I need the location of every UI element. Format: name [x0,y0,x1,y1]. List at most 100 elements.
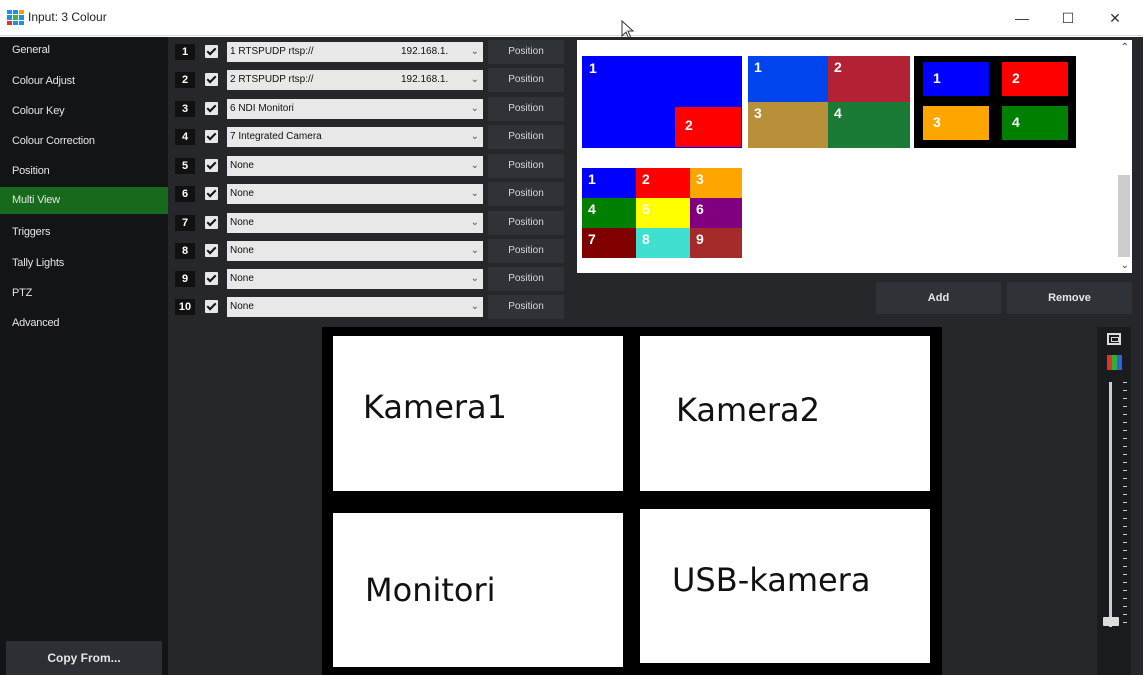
row-number: 2 [175,72,195,88]
input-select[interactable]: None ⌄ [227,241,483,261]
row-enable-checkbox[interactable] [205,45,218,58]
layout-cell: 9 [690,228,742,258]
position-button[interactable]: Position [488,40,564,64]
position-button[interactable]: Position [488,267,564,291]
input-select[interactable]: None ⌄ [227,297,483,317]
close-button[interactable]: ✕ [1095,6,1135,30]
row-enable-checkbox[interactable] [205,102,218,115]
layout-option-quad[interactable]: 1 2 3 4 [748,56,910,148]
layout-cell: 5 [636,198,690,228]
chevron-down-icon: ⌄ [470,217,479,228]
sidebar-item-colour-correction[interactable]: Colour Correction [0,128,168,155]
title-bar: Input: 3 Colour — ☐ ✕ [0,0,1143,40]
input-row: 2 2 RTSPUDP rtsp:// 192.168.1. ⌄ Position [175,68,567,92]
preview-cell: Kamera2 [640,336,930,491]
position-button[interactable]: Position [488,97,564,121]
input-select-value: 1 RTSPUDP rtsp:// [230,46,314,57]
row-number: 7 [175,215,195,231]
row-enable-checkbox[interactable] [205,272,218,285]
add-button[interactable]: Add [876,282,1001,314]
zoom-slider-track[interactable] [1109,382,1112,627]
maximize-button[interactable]: ☐ [1048,6,1088,30]
chevron-down-icon: ⌄ [470,160,479,171]
position-button[interactable]: Position [488,154,564,178]
sidebar-item-general[interactable]: General [0,37,168,64]
input-select[interactable]: None ⌄ [227,156,483,176]
fit-frame-icon[interactable] [1107,333,1121,345]
input-row: 1 1 RTSPUDP rtsp:// 192.168.1. ⌄ Position [175,40,567,64]
row-enable-checkbox[interactable] [205,130,218,143]
sidebar-item-triggers[interactable]: Triggers [0,219,168,246]
row-enable-checkbox[interactable] [205,73,218,86]
input-select-value: 7 Integrated Camera [230,131,322,142]
position-button[interactable]: Position [488,211,564,235]
preview-tools [1097,327,1131,675]
minimize-button[interactable]: — [1002,6,1042,30]
input-select[interactable]: None ⌄ [227,213,483,233]
sidebar-item-multi-view[interactable]: Multi View [0,187,168,214]
colour-bars-icon[interactable] [1107,355,1122,370]
layout-gallery: 1 2 1 2 3 4 1 2 3 4 1 2 3 4 5 6 7 8 9 ⌃ … [577,40,1132,273]
layout-cell: 2 [675,107,741,147]
copy-from-button[interactable]: Copy From... [6,641,162,675]
input-select[interactable]: 6 NDI Monitori ⌄ [227,99,483,119]
layout-option-quad-bordered[interactable]: 1 2 3 4 [914,56,1076,148]
position-button[interactable]: Position [488,125,564,149]
row-enable-checkbox[interactable] [205,300,218,313]
scroll-down-icon[interactable]: ⌄ [1121,260,1129,271]
input-row: 7 None ⌄ Position [175,211,567,235]
layout-option-pip[interactable]: 1 2 [582,56,742,148]
input-ip: 192.168.1. [401,46,449,57]
chevron-down-icon: ⌄ [470,131,479,142]
scroll-up-icon[interactable]: ⌃ [1121,42,1129,53]
zoom-slider-thumb[interactable] [1103,617,1119,626]
input-select-value: None [230,245,254,256]
row-number: 10 [175,299,195,315]
row-enable-checkbox[interactable] [205,216,218,229]
chevron-down-icon: ⌄ [470,273,479,284]
row-number: 5 [175,158,195,174]
position-button[interactable]: Position [488,182,564,206]
layout-cell: 3 [923,106,989,140]
input-row: 3 6 NDI Monitori ⌄ Position [175,97,567,121]
chevron-down-icon: ⌄ [470,245,479,256]
row-number: 6 [175,186,195,202]
input-select[interactable]: None ⌄ [227,269,483,289]
layout-cell: 4 [582,198,636,228]
input-select[interactable]: 7 Integrated Camera ⌄ [227,127,483,147]
preview-label: Kamera1 [363,388,508,426]
sidebar-item-colour-adjust[interactable]: Colour Adjust [0,68,168,95]
position-button[interactable]: Position [488,295,564,319]
position-button[interactable]: Position [488,68,564,92]
position-button[interactable]: Position [488,239,564,263]
sidebar-item-colour-key[interactable]: Colour Key [0,98,168,125]
layout-cell: 8 [636,228,690,258]
input-select[interactable]: 2 RTSPUDP rtsp:// 192.168.1. ⌄ [227,70,483,90]
row-enable-checkbox[interactable] [205,244,218,257]
row-enable-checkbox[interactable] [205,187,218,200]
chevron-down-icon: ⌄ [470,46,479,57]
input-row: 8 None ⌄ Position [175,239,567,263]
input-row: 4 7 Integrated Camera ⌄ Position [175,125,567,149]
layout-cell: 3 [690,168,742,198]
preview-label: Monitori [365,571,496,609]
input-select[interactable]: None ⌄ [227,184,483,204]
remove-button[interactable]: Remove [1007,282,1132,314]
row-enable-checkbox[interactable] [205,159,218,172]
layout-cell: 1 [589,60,597,76]
layout-cell: 1 [923,62,989,96]
sidebar-item-advanced[interactable]: Advanced [0,310,168,337]
scrollbar-thumb[interactable] [1118,175,1130,257]
sidebar-item-ptz[interactable]: PTZ [0,280,168,307]
layout-cell: 7 [582,228,636,258]
input-select-value: 2 RTSPUDP rtsp:// [230,74,314,85]
input-select[interactable]: 1 RTSPUDP rtsp:// 192.168.1. ⌄ [227,42,483,62]
input-row: 5 None ⌄ Position [175,154,567,178]
vmix-app-icon [7,10,24,25]
sidebar-item-position[interactable]: Position [0,158,168,185]
sidebar-item-tally-lights[interactable]: Tally Lights [0,250,168,277]
layout-option-grid-3x3[interactable]: 1 2 3 4 5 6 7 8 9 [582,168,742,258]
layout-cell: 2 [828,56,910,102]
row-number: 1 [175,44,195,60]
preview-cell: Monitori [333,513,623,667]
